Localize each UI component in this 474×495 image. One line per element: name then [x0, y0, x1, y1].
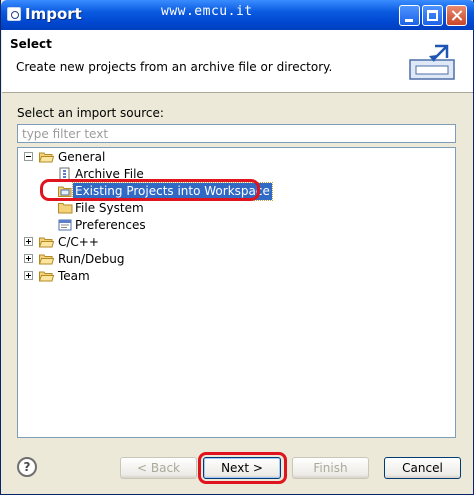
close-button[interactable] — [446, 5, 467, 26]
tree-item-cpp[interactable]: C/C++ — [18, 234, 455, 251]
expand-icon[interactable] — [24, 237, 33, 246]
filter-input[interactable] — [17, 124, 456, 143]
window-title: Import — [25, 5, 82, 23]
import-wizard-icon — [409, 44, 455, 80]
eclipse-app-icon — [7, 7, 21, 21]
tree-item-run-debug[interactable]: Run/Debug — [18, 251, 455, 268]
tree-item-general[interactable]: General — [18, 149, 455, 166]
tree-item-preferences[interactable]: Preferences — [18, 217, 455, 234]
cancel-button[interactable]: Cancel — [384, 457, 461, 479]
wizard-banner: Select Create new projects from an archi… — [2, 30, 473, 93]
tree-item-label: C/C++ — [58, 235, 99, 249]
folder-icon — [39, 271, 54, 282]
tree-item-label: Archive File — [75, 167, 144, 181]
finish-button[interactable]: Finish — [292, 457, 369, 479]
folder-icon — [58, 203, 73, 214]
tree-item-label: General — [58, 150, 106, 164]
preferences-icon — [58, 219, 72, 231]
tree-item-team[interactable]: Team — [18, 268, 455, 285]
collapse-icon[interactable] — [24, 152, 33, 161]
expand-icon[interactable] — [24, 271, 33, 280]
import-source-label: Select an import source: — [17, 106, 164, 120]
maximize-button[interactable] — [422, 5, 443, 26]
folder-icon — [39, 237, 54, 248]
tree-item-label: File System — [75, 201, 144, 215]
tree-item-label: Team — [58, 269, 90, 283]
open-folder-icon — [39, 152, 54, 163]
banner-title: Select — [10, 37, 52, 51]
archive-file-icon — [59, 167, 70, 181]
tree-item-archive-file[interactable]: Archive File — [18, 166, 455, 183]
banner-description: Create new projects from an archive file… — [16, 60, 333, 74]
tree-item-existing-projects[interactable]: Existing Projects into Workspace — [18, 182, 455, 201]
minimize-button[interactable] — [399, 5, 420, 26]
watermark-text: www.emcu.it — [161, 4, 253, 19]
existing-projects-icon — [58, 186, 72, 197]
title-bar[interactable]: Import www.emcu.it — [1, 0, 474, 30]
expand-icon[interactable] — [24, 254, 33, 263]
folder-icon — [39, 254, 54, 265]
tree-item-label: Run/Debug — [58, 252, 125, 266]
tree-item-file-system[interactable]: File System — [18, 200, 455, 217]
import-source-tree[interactable]: General Archive File Existing Projects i… — [17, 147, 456, 438]
tree-item-label: Existing Projects into Workspace — [72, 182, 273, 201]
import-dialog: Import www.emcu.it Select Create new pro… — [0, 0, 474, 495]
tree-item-label: Preferences — [75, 218, 146, 232]
next-button[interactable]: Next > — [203, 457, 281, 479]
back-button[interactable]: < Back — [120, 457, 197, 479]
help-button[interactable]: ? — [17, 457, 37, 477]
